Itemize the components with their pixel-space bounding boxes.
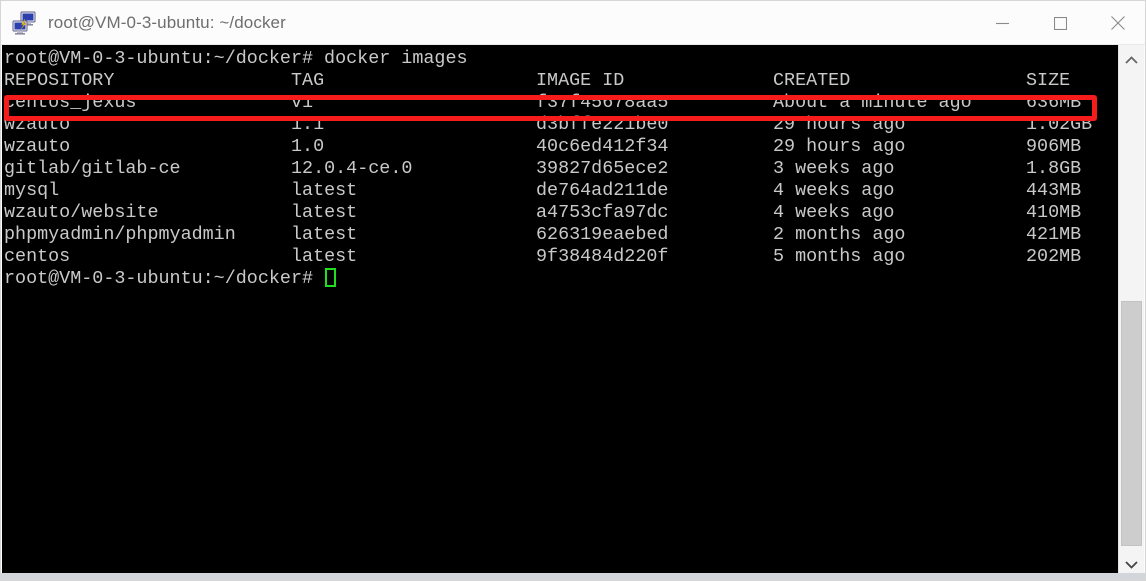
header-repository: REPOSITORY (4, 70, 115, 91)
cell-created: 5 months ago (773, 246, 906, 267)
table-row: wzauto 1.0 40c6ed412f34 29 hours ago 906… (4, 136, 1120, 158)
putty-terminal-icon (12, 11, 38, 35)
header-image-id: IMAGE ID (536, 70, 625, 91)
cell-repository: wzauto (4, 136, 71, 157)
cell-image-id: 9f38484d220f (536, 246, 669, 267)
cell-size: 636MB (1026, 92, 1082, 113)
header-size: SIZE (1026, 70, 1071, 91)
maximize-button[interactable] (1031, 1, 1089, 45)
cell-tag: 1.0 (291, 136, 325, 157)
cell-repository: centos_jexus (4, 92, 137, 113)
table-row: wzauto 1.1 d3bffe221be0 29 hours ago 1.0… (4, 114, 1120, 136)
cell-image-id: 40c6ed412f34 (536, 136, 669, 157)
cell-tag: latest (291, 224, 358, 245)
cell-repository: wzauto/website (4, 202, 159, 223)
table-row: centos latest 9f38484d220f 5 months ago … (4, 246, 1120, 268)
cell-image-id: 39827d65ece2 (536, 158, 669, 179)
cell-image-id: de764ad211de (536, 180, 669, 201)
cell-size: 906MB (1026, 136, 1082, 157)
cell-image-id: 626319eaebed (536, 224, 669, 245)
cell-created: 4 weeks ago (773, 180, 895, 201)
window-controls (973, 1, 1145, 45)
terminal-output-area[interactable]: root@VM-0-3-ubuntu:~/docker# docker imag… (2, 45, 1120, 575)
text-cursor (325, 268, 337, 287)
cell-size: 410MB (1026, 202, 1082, 223)
cell-tag: latest (291, 180, 358, 201)
cell-created: About a minute ago (773, 92, 972, 113)
chevron-up-icon[interactable] (1119, 47, 1144, 73)
cell-size: 1.02GB (1026, 114, 1093, 135)
prompt-text: root@VM-0-3-ubuntu:~/docker# (4, 268, 325, 289)
cell-repository: phpmyadmin/phpmyadmin (4, 224, 236, 245)
table-header-row: REPOSITORY TAG IMAGE ID CREATED SIZE (4, 70, 1120, 92)
prompt-line: root@VM-0-3-ubuntu:~/docker# (4, 268, 1120, 290)
cell-repository: gitlab/gitlab-ce (4, 158, 181, 179)
window-title: root@VM-0-3-ubuntu: ~/docker (48, 12, 286, 32)
header-created: CREATED (773, 70, 851, 91)
close-button[interactable] (1089, 1, 1145, 45)
cell-created: 4 weeks ago (773, 202, 895, 223)
table-row: gitlab/gitlab-ce 12.0.4-ce.0 39827d65ece… (4, 158, 1120, 180)
title-bar: root@VM-0-3-ubuntu: ~/docker (1, 1, 1145, 45)
window-bottom-edge (1, 573, 1145, 580)
cell-repository: centos (4, 246, 71, 267)
cell-image-id: a4753cfa97dc (536, 202, 669, 223)
scrollbar-thumb[interactable] (1121, 301, 1142, 546)
cell-tag: v1 (291, 92, 314, 113)
cell-size: 421MB (1026, 224, 1082, 245)
cell-created: 2 months ago (773, 224, 906, 245)
cell-tag: latest (291, 202, 358, 223)
cell-created: 3 weeks ago (773, 158, 895, 179)
cell-tag: 1.1 (291, 114, 325, 135)
cell-repository: wzauto (4, 114, 71, 135)
cell-created: 29 hours ago (773, 114, 906, 135)
cell-size: 1.8GB (1026, 158, 1082, 179)
cell-image-id: f37f45678aa5 (536, 92, 669, 113)
table-row: phpmyadmin/phpmyadmin latest 626319eaebe… (4, 224, 1120, 246)
cell-image-id: d3bffe221be0 (536, 114, 669, 135)
cell-created: 29 hours ago (773, 136, 906, 157)
header-tag: TAG (291, 70, 325, 91)
cell-repository: mysql (4, 180, 60, 201)
cell-size: 443MB (1026, 180, 1082, 201)
command-line: root@VM-0-3-ubuntu:~/docker# docker imag… (4, 48, 468, 69)
terminal-window: root@VM-0-3-ubuntu: ~/docker root@VM-0-3… (0, 0, 1146, 581)
table-row: mysql latest de764ad211de 4 weeks ago 44… (4, 180, 1120, 202)
cell-size: 202MB (1026, 246, 1082, 267)
vertical-scrollbar[interactable] (1118, 45, 1144, 580)
minimize-button[interactable] (973, 1, 1031, 45)
table-row: wzauto/website latest a4753cfa97dc 4 wee… (4, 202, 1120, 224)
table-row: centos_jexus v1 f37f45678aa5 About a min… (4, 92, 1120, 114)
cell-tag: 12.0.4-ce.0 (291, 158, 413, 179)
cell-tag: latest (291, 246, 358, 267)
